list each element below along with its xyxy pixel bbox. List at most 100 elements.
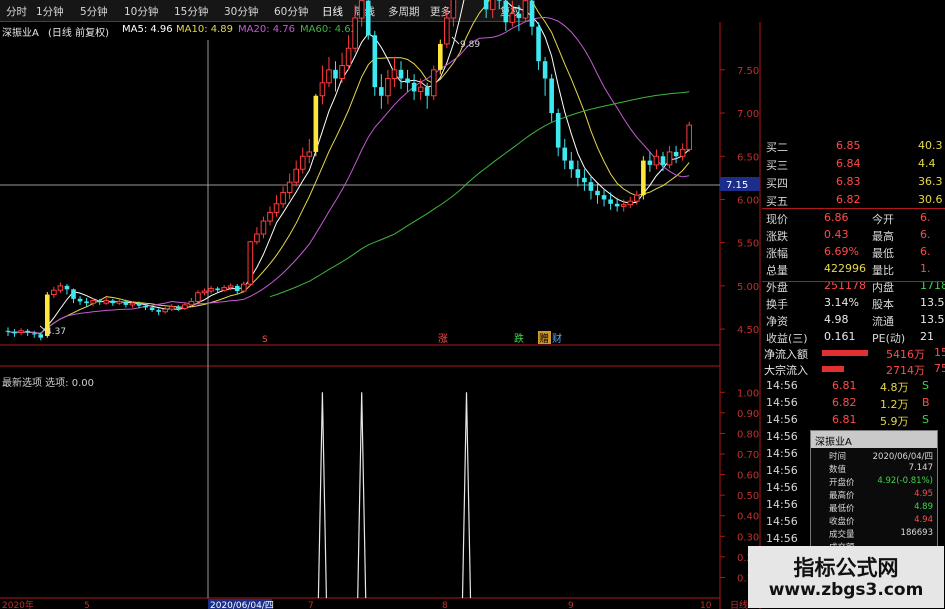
signal-spike xyxy=(461,392,472,599)
stat-label: 今开 xyxy=(872,213,894,226)
candle-body xyxy=(529,0,535,27)
tick-time: 14:56 xyxy=(766,481,798,494)
candle-body xyxy=(450,0,457,19)
tick-time: 14:56 xyxy=(766,464,798,477)
order-volume: 36.3 xyxy=(918,175,943,188)
candle-body xyxy=(116,300,123,304)
stat-row: 涨跌 0.43 最高 6. xyxy=(762,227,945,244)
flow-bar xyxy=(822,350,868,356)
tick-time: 14:56 xyxy=(766,447,798,460)
candle-body xyxy=(31,333,37,335)
tick-time: 14:56 xyxy=(766,396,798,409)
popup-value: 2020/06/04/四 xyxy=(872,452,933,462)
stat-value: 13.5 xyxy=(920,296,945,309)
tick-time: 14:56 xyxy=(766,515,798,528)
tick-volume: 5.9万 xyxy=(880,415,909,428)
event-fall[interactable]: 跌 xyxy=(514,332,524,345)
candle-body xyxy=(549,78,554,114)
stat-label: 最高 xyxy=(872,230,894,243)
stat-value: 6. xyxy=(920,228,931,241)
candle-body xyxy=(280,192,286,205)
stat-value: 0.43 xyxy=(824,228,849,241)
candle-body xyxy=(660,156,666,165)
tick-time: 14:56 xyxy=(766,498,798,511)
candle-body xyxy=(195,292,201,302)
flow-value: 5416万 xyxy=(886,348,925,361)
candle-body xyxy=(77,298,83,302)
crosshair-price: 7.15 xyxy=(726,180,748,191)
stat-label: 涨跌 xyxy=(766,230,788,243)
stat-row: 现价 6.86 今开 6. xyxy=(762,210,945,227)
candle-body xyxy=(365,0,371,36)
candle-body xyxy=(97,300,102,303)
candle-body xyxy=(536,26,541,62)
candle-body xyxy=(241,283,247,292)
sub-axis-label: 0.80 xyxy=(737,429,759,440)
candle-body xyxy=(345,47,352,67)
order-label: 买四 xyxy=(766,177,788,190)
candle-body xyxy=(313,95,319,152)
candle-body xyxy=(247,241,254,285)
tick-volume: 1.2万 xyxy=(880,398,909,411)
price-axis-label: 6.00 xyxy=(737,195,759,206)
tick-price: 6.81 xyxy=(832,379,857,392)
watermark-title: 指标公式网 xyxy=(793,556,899,580)
stat-value: 6.86 xyxy=(824,211,849,224)
candle-body xyxy=(582,177,587,183)
candle-body xyxy=(483,0,489,10)
flow-suffix: 75 xyxy=(934,362,945,375)
stat-value: 21 xyxy=(920,330,934,343)
price-axis-label: 4.50 xyxy=(737,325,759,336)
stat-value: 422996 xyxy=(824,262,866,275)
tick-row: 14:56 6.81 5.9万 S xyxy=(762,412,945,429)
order-price: 6.85 xyxy=(836,139,861,152)
candle-body xyxy=(25,330,30,333)
candle-body xyxy=(156,310,161,312)
tick-volume: 4.8万 xyxy=(880,381,909,394)
tick-side: B xyxy=(922,396,930,409)
popup-value: 4.92(-0.81%) xyxy=(877,476,933,486)
tick-row: 14:56 6.81 4.8万 S xyxy=(762,378,945,395)
candlestick-group xyxy=(5,0,693,341)
candle-body xyxy=(51,289,57,296)
candle-body xyxy=(299,155,306,170)
candle-body xyxy=(679,148,686,157)
event-fin[interactable]: 财 xyxy=(552,332,562,345)
candle-body xyxy=(614,203,620,207)
stat-label: 量比 xyxy=(872,264,894,277)
candle-body xyxy=(227,285,234,289)
candle-body xyxy=(379,87,384,96)
candle-body xyxy=(444,17,450,45)
stat-value: 6. xyxy=(920,245,931,258)
flow-label: 净流入额 xyxy=(764,348,808,361)
sub-axis-label: 1.00 xyxy=(737,388,759,399)
popup-key: 最高价 xyxy=(829,491,855,501)
order-price: 6.83 xyxy=(836,175,861,188)
order-label: 买三 xyxy=(766,159,788,172)
event-big[interactable]: 赠 xyxy=(539,332,549,345)
candle-body xyxy=(627,200,634,206)
candle-body xyxy=(286,181,293,194)
panel-separator xyxy=(762,281,945,282)
candle-body xyxy=(653,155,660,166)
price-axis-label: 5.50 xyxy=(737,239,759,250)
order-row: 买五 6.82 30.6 xyxy=(762,192,945,209)
candle-body xyxy=(516,13,522,18)
candle-body xyxy=(18,330,24,334)
order-volume: 40.3 xyxy=(918,139,943,152)
popup-key: 收盘价 xyxy=(829,517,855,527)
candle-body xyxy=(162,308,168,313)
candle-body xyxy=(57,285,64,291)
candle-body xyxy=(339,65,345,79)
candle-body xyxy=(555,113,561,148)
candle-body xyxy=(496,0,502,1)
flow-bar xyxy=(822,366,844,372)
flow-label: 大宗流入 xyxy=(764,364,808,377)
tick-time: 14:56 xyxy=(766,430,798,443)
popup-value: 4.89 xyxy=(914,502,933,512)
candle-body xyxy=(123,301,129,305)
stat-row: 涨幅 6.69% 最低 6. xyxy=(762,244,945,261)
event-s[interactable]: S xyxy=(262,335,268,345)
event-rise[interactable]: 涨 xyxy=(438,333,448,345)
trading-window: 分时 1分钟 5分钟 10分钟 15分钟 30分钟 60分钟 日线 周线 多周期… xyxy=(0,0,945,609)
